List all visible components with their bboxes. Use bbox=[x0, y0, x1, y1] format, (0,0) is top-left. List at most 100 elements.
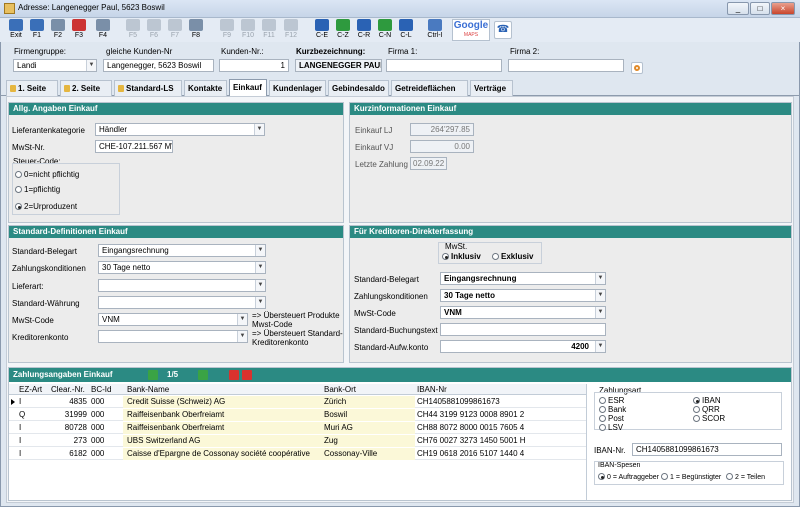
lieferantenkategorie-select[interactable]: Händler ▼ bbox=[95, 123, 265, 136]
grid-divider bbox=[586, 384, 587, 500]
kred-zahlung-select[interactable]: 30 Tage netto ▼ bbox=[440, 289, 606, 302]
zahlungsart-option-esr[interactable]: ESR bbox=[599, 396, 624, 405]
toolbar-button-f10[interactable]: F10 bbox=[238, 19, 258, 41]
toolbar-button-f6[interactable]: F6 bbox=[144, 19, 164, 41]
firmengruppe-select[interactable]: Landi ▼ bbox=[13, 59, 97, 72]
toolbar-button-c-e[interactable]: C-E bbox=[312, 19, 332, 41]
toolbar-button-f3[interactable]: F3 bbox=[69, 19, 89, 41]
tab-label: Einkauf bbox=[233, 83, 262, 92]
table-row[interactable]: I 4835 000 Credit Suisse (Schweiz) AG Zürich… bbox=[9, 396, 586, 408]
toolbar-button-f2[interactable]: F2 bbox=[48, 19, 68, 41]
toolbar-button-ctrl-i[interactable]: Ctrl-I bbox=[425, 19, 445, 41]
firma1-field[interactable] bbox=[386, 59, 502, 72]
col-bc-id[interactable]: BC-Id bbox=[91, 384, 111, 395]
kurzbezeichnung-label: Kurzbezeichnung: bbox=[296, 47, 366, 56]
google-maps-button[interactable]: Google MAPS bbox=[452, 19, 490, 41]
prev-arrow-icon[interactable] bbox=[148, 370, 158, 380]
gleiche-kundennr-field[interactable]: Langenegger, 5623 Boswil bbox=[103, 59, 214, 72]
zahlungsart-option-label: IBAN bbox=[702, 396, 721, 405]
col-ez-art[interactable]: EZ-Art bbox=[19, 384, 42, 395]
tab-getreideflächen[interactable]: Getreideflächen bbox=[391, 80, 468, 96]
col-bank-ort[interactable]: Bank-Ort bbox=[324, 384, 356, 395]
kundennr-field[interactable]: 1 bbox=[219, 59, 289, 72]
mwst-nr-field[interactable]: CHE-107.211.567 MWST bbox=[95, 140, 173, 153]
spesen-option-label: 0 = Auftraggeber bbox=[607, 474, 659, 481]
remove-icon[interactable] bbox=[242, 370, 252, 380]
std-belegart-select[interactable]: Eingangsrechnung ▼ bbox=[98, 244, 266, 257]
toolbar-button-f9[interactable]: F9 bbox=[217, 19, 237, 41]
toolbar-button-c-l[interactable]: C-L bbox=[396, 19, 416, 41]
cell-name: Raiffeisenbank Oberfreiamt bbox=[127, 423, 225, 432]
tab-label: 1. Seite bbox=[18, 84, 47, 93]
spesen-option-0[interactable]: 0 = Auftraggeber bbox=[598, 473, 659, 481]
toolbar-button-f12[interactable]: F12 bbox=[281, 19, 301, 41]
zahlungsart-group: ESR IBAN Bank QRR Post SCOR LSV bbox=[594, 392, 782, 432]
kurzbezeichnung-field[interactable]: LANGENEGGER PAUL bbox=[295, 59, 382, 72]
minimize-button[interactable]: _ bbox=[727, 2, 749, 15]
radio-icon bbox=[15, 186, 22, 193]
table-row[interactable]: Q 31999 000 Raiffeisenbank Oberfreiamt Boswi… bbox=[9, 409, 586, 421]
tab-kundenlager[interactable]: Kundenlager bbox=[269, 80, 326, 96]
toolbar-icon bbox=[9, 19, 23, 31]
add-icon[interactable] bbox=[229, 370, 239, 380]
kred-zahlung-label: Zahlungskonditionen bbox=[354, 292, 428, 301]
ibannr-field[interactable]: CH1405881099861673 bbox=[632, 443, 782, 456]
toolbar-button-c-z[interactable]: C-Z bbox=[333, 19, 353, 41]
zahlungsart-option-iban[interactable]: IBAN bbox=[693, 396, 721, 405]
toolbar-button-c-n[interactable]: C-N bbox=[375, 19, 395, 41]
kred-mwstcode-select[interactable]: VNM ▼ bbox=[440, 306, 606, 319]
tab-1-seite[interactable]: 1. Seite bbox=[6, 80, 58, 96]
kred-belegart-select[interactable]: Eingangsrechnung ▼ bbox=[440, 272, 606, 285]
steuer-option-1[interactable]: 1=pflichtig bbox=[15, 185, 60, 194]
tab-einkauf[interactable]: Einkauf bbox=[229, 79, 267, 96]
zahlungsart-option-post[interactable]: Post bbox=[599, 414, 624, 423]
col-iban-nr[interactable]: IBAN-Nr bbox=[417, 384, 447, 395]
table-row[interactable]: I 80728 000 Raiffeisenbank Oberfreiamt Muri … bbox=[9, 422, 586, 434]
toolbar-button-f11[interactable]: F11 bbox=[259, 19, 279, 41]
buchungstext-field[interactable] bbox=[440, 323, 606, 336]
kreditorenkonto-select[interactable]: ▼ bbox=[98, 330, 248, 343]
kreditoren-panel-title: Für Kreditoren-Direkterfassung bbox=[350, 226, 791, 238]
tab-gebindesaldo[interactable]: Gebindesaldo bbox=[328, 80, 389, 96]
toolbar-button-f4[interactable]: F4 bbox=[93, 19, 113, 41]
zahlungsart-option-qrr[interactable]: QRR bbox=[693, 405, 720, 414]
tab-kontakte[interactable]: Kontakte bbox=[184, 80, 227, 96]
maximize-button[interactable]: □ bbox=[750, 2, 770, 15]
tab-2-seite[interactable]: 2. Seite bbox=[60, 80, 112, 96]
next-arrow-icon[interactable] bbox=[198, 370, 208, 380]
tab-standard-ls[interactable]: Standard-LS bbox=[114, 80, 182, 96]
zahlungsart-option-scor[interactable]: SCOR bbox=[693, 414, 725, 423]
spesen-option-2[interactable]: 2 = Teilen bbox=[726, 473, 765, 481]
zahlungskonditionen-select[interactable]: 30 Tage netto ▼ bbox=[98, 261, 266, 274]
refresh-icon[interactable] bbox=[631, 62, 643, 74]
col-bank-name[interactable]: Bank-Name bbox=[127, 384, 169, 395]
waehrung-select[interactable]: ▼ bbox=[98, 296, 266, 309]
zahlungsart-option-lsv[interactable]: LSV bbox=[599, 423, 623, 432]
cell-bc: 000 bbox=[91, 449, 105, 458]
kred-mwst-label: MwSt. bbox=[445, 242, 468, 251]
cell-clear: 4835 bbox=[69, 397, 87, 406]
aufwkonto-select[interactable]: 4200 ▼ bbox=[440, 340, 606, 353]
exklusiv-radio[interactable]: Exklusiv bbox=[492, 252, 533, 261]
toolbar-button-f7[interactable]: F7 bbox=[165, 19, 185, 41]
steuer-option-0[interactable]: 0=nicht pflichtig bbox=[15, 170, 79, 179]
kreditorenkonto-label: Kreditorenkonto bbox=[12, 333, 69, 342]
tab-verträge[interactable]: Verträge bbox=[470, 80, 513, 96]
col-clear-nr[interactable]: Clear.-Nr. bbox=[51, 384, 85, 395]
toolbar-button-f8[interactable]: F8 bbox=[186, 19, 206, 41]
lieferart-select[interactable]: ▼ bbox=[98, 279, 266, 292]
close-button[interactable]: × bbox=[771, 2, 795, 15]
phone-icon[interactable]: ☎ bbox=[494, 21, 512, 39]
table-row[interactable]: I 273 000 UBS Switzerland AG Zug CH76 0027 32… bbox=[9, 435, 586, 447]
table-row[interactable]: I 6182 000 Caisse d'Epargne de Cossonay soc… bbox=[9, 448, 586, 460]
toolbar-button-f5[interactable]: F5 bbox=[123, 19, 143, 41]
steuer-option-2[interactable]: 2=Urproduzent bbox=[15, 202, 77, 211]
inklusiv-radio[interactable]: Inklusiv bbox=[442, 252, 481, 261]
toolbar-button-f1[interactable]: F1 bbox=[27, 19, 47, 41]
toolbar-button-c-r[interactable]: C-R bbox=[354, 19, 374, 41]
firma2-field[interactable] bbox=[508, 59, 624, 72]
zahlungsart-option-bank[interactable]: Bank bbox=[599, 405, 626, 414]
std-mwstcode-select[interactable]: VNM ▼ bbox=[98, 313, 248, 326]
spesen-option-1[interactable]: 1 = Begünstigter bbox=[661, 473, 721, 481]
toolbar-button-exit[interactable]: Exit bbox=[6, 19, 26, 41]
